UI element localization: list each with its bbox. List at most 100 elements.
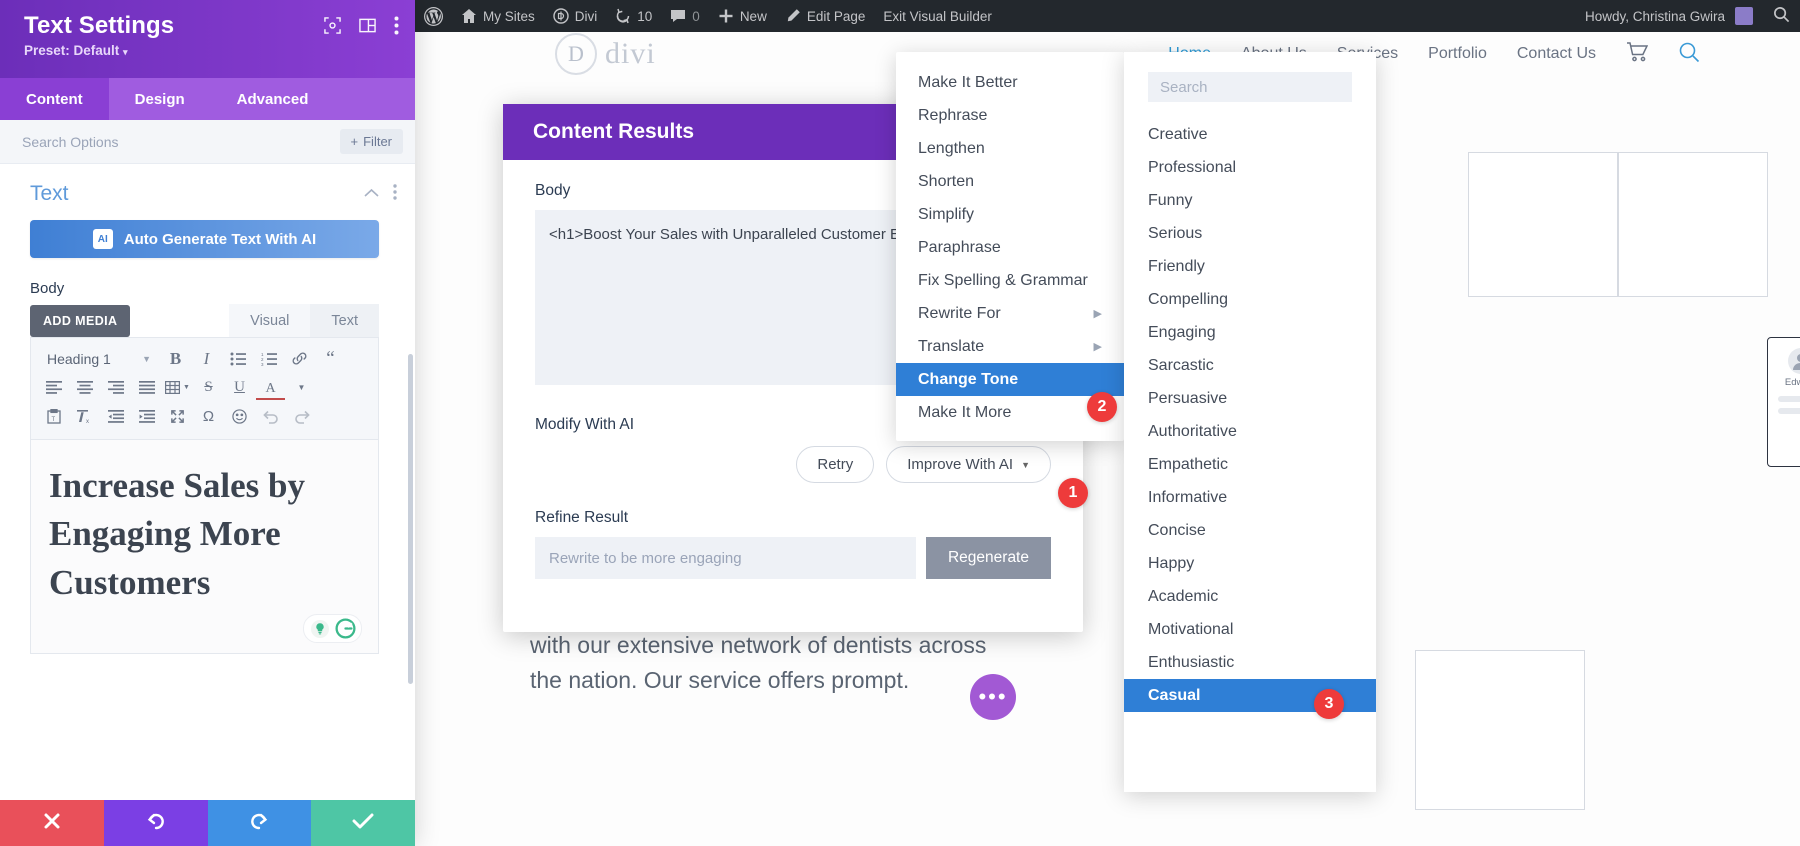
ai-menu-item-translate[interactable]: Translate ▶ (896, 330, 1124, 363)
tone-item-informative[interactable]: Informative (1124, 481, 1376, 514)
tone-item-professional[interactable]: Professional (1124, 151, 1376, 184)
settings-scrollbar[interactable] (408, 354, 413, 684)
edit-page-menu[interactable]: Edit Page (776, 0, 875, 32)
nav-link-contact-us[interactable]: Contact Us (1517, 45, 1596, 63)
focus-frame-icon[interactable] (324, 17, 341, 39)
redo-icon[interactable] (287, 403, 316, 430)
retry-button[interactable]: Retry (796, 446, 875, 483)
regenerate-button[interactable]: Regenerate (925, 537, 1051, 579)
ai-menu-item-fix-spelling-grammar[interactable]: Fix Spelling & Grammar (896, 264, 1124, 297)
bold-icon[interactable]: B (161, 345, 190, 372)
tone-item-sarcastic[interactable]: Sarcastic (1124, 349, 1376, 382)
undo-button[interactable] (103, 800, 208, 846)
link-icon[interactable] (285, 345, 314, 372)
tone-item-creative[interactable]: Creative (1124, 118, 1376, 151)
comments-menu[interactable]: 0 (661, 0, 709, 32)
kebab-menu-icon[interactable] (394, 16, 399, 40)
align-left-icon[interactable] (39, 374, 68, 401)
refine-input[interactable] (535, 537, 916, 579)
chevron-up-icon[interactable] (364, 185, 379, 203)
italic-icon[interactable]: I (192, 345, 221, 372)
emoji-icon[interactable] (225, 403, 254, 430)
cart-icon[interactable] (1626, 41, 1649, 67)
underline-icon[interactable]: U (225, 374, 254, 401)
ellipsis-icon[interactable]: ••• (970, 674, 1016, 720)
updates-menu[interactable]: 10 (606, 0, 661, 32)
my-sites-menu[interactable]: My Sites (452, 0, 544, 32)
clear-formatting-icon[interactable]: x (70, 403, 99, 430)
text-color-icon[interactable]: A (256, 380, 285, 400)
tone-item-funny[interactable]: Funny (1124, 184, 1376, 217)
tone-item-concise[interactable]: Concise (1124, 514, 1376, 547)
outdent-icon[interactable] (101, 403, 130, 430)
table-icon[interactable]: ▼ (163, 374, 192, 401)
editor-tab-visual[interactable]: Visual (229, 304, 311, 337)
tab-content[interactable]: Content (0, 78, 109, 120)
ai-menu-item-rewrite-for[interactable]: Rewrite For ▶ (896, 297, 1124, 330)
tone-item-enthusiastic[interactable]: Enthusiastic (1124, 646, 1376, 679)
redo-button[interactable] (207, 800, 312, 846)
undo-icon[interactable] (256, 403, 285, 430)
tone-item-compelling[interactable]: Compelling (1124, 283, 1376, 316)
ai-menu-item-paraphrase[interactable]: Paraphrase (896, 231, 1124, 264)
nav-link-portfolio[interactable]: Portfolio (1428, 45, 1487, 63)
blockquote-icon[interactable]: “ (316, 345, 345, 372)
format-select[interactable]: Heading 1 ▼ (39, 345, 159, 372)
ai-menu-item-shorten[interactable]: Shorten (896, 165, 1124, 198)
text-settings-panel: Text Settings Preset: Default ▾ Content … (0, 0, 415, 846)
search-icon[interactable] (1773, 6, 1790, 26)
avatar (1788, 348, 1800, 374)
align-right-icon[interactable] (101, 374, 130, 401)
tone-item-engaging[interactable]: Engaging (1124, 316, 1376, 349)
tone-item-friendly[interactable]: Friendly (1124, 250, 1376, 283)
tone-item-authoritative[interactable]: Authoritative (1124, 415, 1376, 448)
tone-search-input[interactable] (1160, 78, 1340, 96)
strikethrough-icon[interactable]: S (194, 374, 223, 401)
editor-heading: Increase Sales by Engaging More Customer… (49, 466, 306, 602)
align-justify-icon[interactable] (132, 374, 161, 401)
tone-item-motivational[interactable]: Motivational (1124, 613, 1376, 646)
kebab-menu-icon[interactable] (393, 183, 397, 205)
special-character-icon[interactable]: Ω (194, 403, 223, 430)
auto-generate-text-with-ai-button[interactable]: AI Auto Generate Text With AI (30, 220, 379, 258)
exit-visual-builder-button[interactable]: Exit Visual Builder (874, 0, 1001, 32)
chevron-down-icon[interactable]: ▼ (287, 374, 316, 401)
ai-menu-item-make-it-better[interactable]: Make It Better (896, 66, 1124, 99)
ai-menu-item-rephrase[interactable]: Rephrase (896, 99, 1124, 132)
ai-menu-item-simplify[interactable]: Simplify (896, 198, 1124, 231)
tone-item-persuasive[interactable]: Persuasive (1124, 382, 1376, 415)
search-icon[interactable] (1678, 41, 1700, 68)
search-input[interactable] (22, 133, 340, 150)
filter-button[interactable]: + Filter (339, 129, 403, 154)
paste-as-text-icon[interactable]: T (39, 403, 68, 430)
wordpress-logo-icon[interactable] (415, 0, 452, 32)
layout-columns-icon[interactable] (359, 17, 376, 39)
ai-menu-item-lengthen[interactable]: Lengthen (896, 132, 1124, 165)
divi-menu[interactable]: Divi (544, 0, 607, 32)
editor-content-area[interactable]: Increase Sales by Engaging More Customer… (30, 439, 379, 654)
bulleted-list-icon[interactable] (223, 345, 252, 372)
improve-with-ai-button[interactable]: Improve With AI ▼ (886, 446, 1051, 483)
grammarly-lightbulb-icon[interactable] (308, 617, 331, 640)
howdy-label[interactable]: Howdy, Christina Gwira (1585, 9, 1725, 24)
improve-with-ai-label: Improve With AI (907, 456, 1014, 473)
tone-item-academic[interactable]: Academic (1124, 580, 1376, 613)
editor-tab-text[interactable]: Text (310, 304, 379, 337)
tone-item-happy[interactable]: Happy (1124, 547, 1376, 580)
save-button[interactable] (311, 800, 415, 846)
tone-item-empathetic[interactable]: Empathetic (1124, 448, 1376, 481)
indent-icon[interactable] (132, 403, 161, 430)
add-media-button[interactable]: ADD MEDIA (30, 305, 131, 337)
tab-design[interactable]: Design (108, 78, 211, 120)
ai-menu-item-change-tone[interactable]: Change Tone (896, 363, 1124, 396)
new-content-menu[interactable]: New (709, 0, 776, 32)
discard-button[interactable] (0, 800, 104, 846)
grammarly-logo-icon[interactable] (334, 617, 357, 640)
numbered-list-icon[interactable]: 123 (254, 345, 283, 372)
fullscreen-icon[interactable] (163, 403, 192, 430)
align-center-icon[interactable] (70, 374, 99, 401)
tone-search-box[interactable] (1148, 72, 1352, 102)
tone-item-serious[interactable]: Serious (1124, 217, 1376, 250)
tab-advanced[interactable]: Advanced (210, 78, 335, 120)
preset-selector[interactable]: Preset: Default ▾ (24, 43, 397, 58)
